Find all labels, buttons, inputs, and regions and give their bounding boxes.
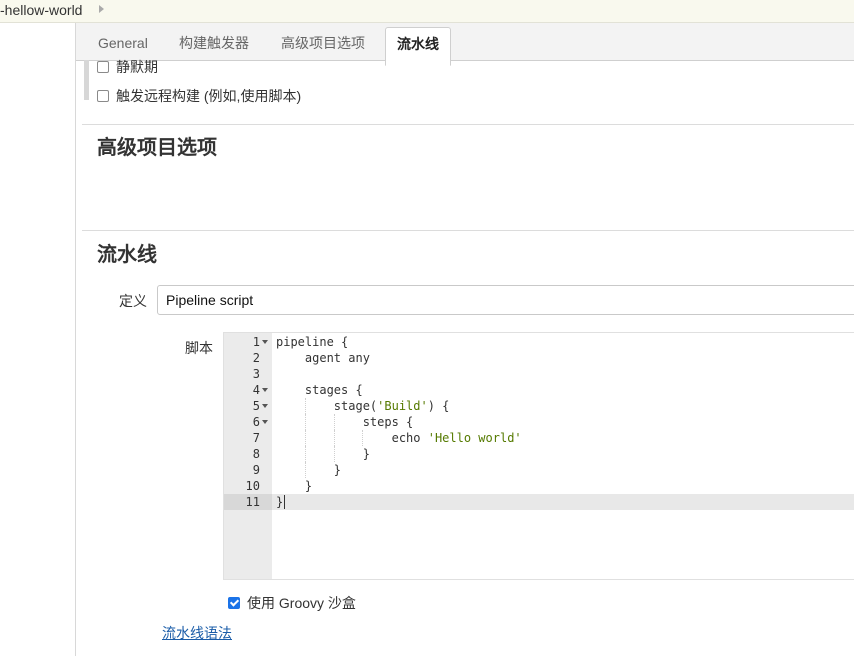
fold-arrow-icon[interactable]	[262, 404, 268, 408]
breadcrumb-arrow-icon[interactable]	[99, 5, 104, 13]
line-number: 4	[224, 382, 272, 398]
groovy-sandbox-row[interactable]: 使用 Groovy 沙盒	[228, 593, 356, 613]
remote-build-row[interactable]: 触发远程构建 (例如,使用脚本)	[97, 86, 301, 106]
section-divider	[82, 230, 854, 231]
tab-general[interactable]: General	[98, 23, 148, 60]
config-main-panel: General 构建触发器 高级项目选项 流水线 静默期 触发远程构建 (例如,…	[76, 23, 854, 656]
remote-build-checkbox[interactable]	[97, 90, 109, 102]
line-number: 6	[224, 414, 272, 430]
pipeline-section-title: 流水线	[97, 244, 157, 266]
left-sidebar	[0, 23, 76, 656]
pipeline-syntax-link[interactable]: 流水线语法	[162, 623, 232, 643]
definition-select[interactable]: Pipeline script	[157, 285, 854, 315]
code-line[interactable]: stages {	[276, 382, 363, 398]
tab-advanced-options[interactable]: 高级项目选项	[281, 23, 365, 60]
code-line[interactable]: }	[276, 494, 283, 510]
definition-label: 定义	[119, 293, 147, 309]
advanced-section-title: 高级项目选项	[97, 137, 217, 159]
code-line[interactable]: echo 'Hello world'	[276, 430, 522, 446]
groovy-sandbox-checkbox[interactable]	[228, 597, 240, 609]
line-number: 7	[252, 431, 260, 445]
quiet-period-checkbox[interactable]	[97, 61, 109, 73]
quiet-period-row[interactable]: 静默期	[97, 57, 158, 77]
code-line[interactable]: }	[276, 462, 341, 478]
line-number: 3	[252, 367, 260, 381]
code-line[interactable]: stage('Build') {	[276, 398, 450, 414]
fold-arrow-icon[interactable]	[262, 388, 268, 392]
fold-arrow-icon[interactable]	[262, 420, 268, 424]
line-number: 11	[224, 494, 272, 510]
groovy-sandbox-label: 使用 Groovy 沙盒	[247, 595, 356, 611]
section-scroll-indicator	[84, 60, 89, 100]
config-tab-bar: General 构建触发器 高级项目选项 流水线	[76, 23, 854, 66]
quiet-period-label: 静默期	[116, 59, 158, 75]
text-cursor	[284, 495, 286, 509]
script-label: 脚本	[185, 340, 213, 356]
code-line[interactable]: agent any	[276, 350, 370, 366]
line-number: 10	[245, 479, 260, 493]
line-number: 1	[224, 334, 272, 350]
code-line[interactable]: steps {	[276, 414, 414, 430]
tab-build-triggers[interactable]: 构建触发器	[179, 23, 249, 60]
active-line-highlight	[272, 494, 854, 510]
remote-build-label: 触发远程构建 (例如,使用脚本)	[116, 88, 302, 104]
code-line[interactable]: }	[276, 446, 370, 462]
line-number: 5	[224, 398, 272, 414]
tab-pipeline[interactable]: 流水线	[385, 27, 451, 66]
line-number: 8	[252, 447, 260, 461]
code-line[interactable]: }	[276, 478, 312, 494]
editor-gutter: 1 2 3 4 5 6 7 8 9 10 11	[224, 333, 272, 579]
section-divider	[82, 124, 854, 125]
breadcrumb-bar: -hellow-world	[0, 0, 854, 23]
line-number: 2	[252, 351, 260, 365]
fold-arrow-icon[interactable]	[262, 340, 268, 344]
line-number: 9	[252, 463, 260, 477]
pipeline-script-editor[interactable]: 1 2 3 4 5 6 7 8 9 10 11 pipeline { agent any stage…	[223, 332, 854, 580]
breadcrumb-item-job[interactable]: -hellow-world	[0, 2, 82, 18]
code-line[interactable]: pipeline {	[276, 334, 348, 350]
